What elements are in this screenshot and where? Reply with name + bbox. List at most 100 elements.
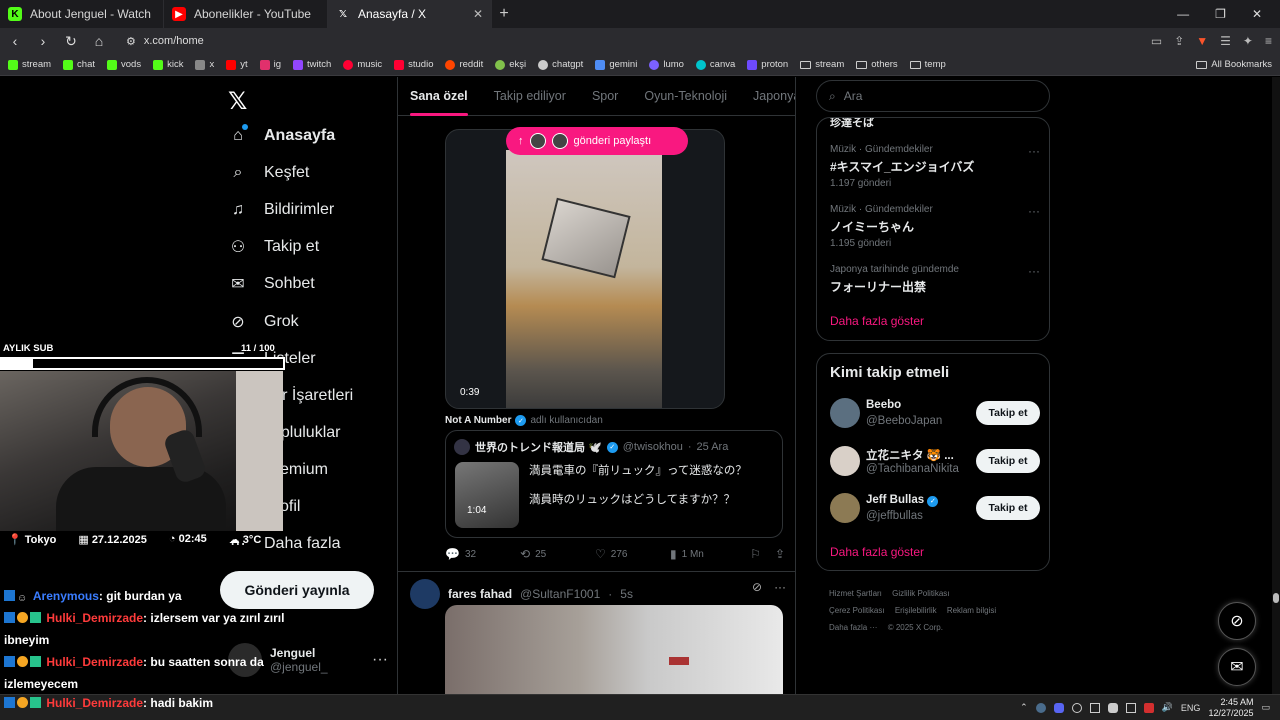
nav-chat[interactable]: ✉ Sohbet	[228, 274, 314, 294]
repost-button[interactable]: ⟲ 25	[520, 547, 595, 561]
more-options-icon[interactable]: ···	[1028, 264, 1040, 278]
search-input[interactable]: ⌕ Ara	[816, 80, 1050, 112]
browser-tab-youtube[interactable]: ▶ Abonelikler - YouTube	[164, 0, 328, 28]
tab-gaming-tech[interactable]: Oyun-Teknoloji	[644, 89, 727, 103]
footer-link[interactable]: Daha fazla ···	[829, 623, 877, 632]
trend-item[interactable]: Japonya tarihinde gündemde フォーリナー出禁 ···	[830, 264, 1040, 295]
brave-shield-icon[interactable]: ▼	[1196, 34, 1208, 48]
footer-link[interactable]: Erişilebilirlik	[895, 606, 937, 615]
follow-suggestion[interactable]: Jeff Bullas ✓ @jeffbullas Takip et	[830, 493, 1040, 527]
nav-home[interactable]: ⌂ Anasayfa	[228, 124, 335, 146]
reload-icon[interactable]: ↻	[64, 33, 78, 50]
like-button[interactable]: ♡ 276	[595, 547, 670, 561]
app-icon[interactable]	[1089, 702, 1100, 713]
messages-fab-button[interactable]: ✉	[1218, 648, 1256, 686]
tab-following[interactable]: Takip ediliyor	[494, 89, 566, 103]
new-tab-button[interactable]: +	[492, 5, 516, 23]
follow-button[interactable]: Takip et	[976, 496, 1040, 520]
share-post-icon[interactable]: ⇪	[775, 547, 785, 561]
grok-icon[interactable]: ⊘	[752, 580, 762, 594]
nav-notifications[interactable]: ♫ Bildirimler	[228, 200, 334, 220]
menu-icon[interactable]: ≡	[1265, 34, 1272, 48]
back-icon[interactable]: ‹	[8, 33, 22, 49]
bookmark[interactable]: ekşi	[495, 59, 526, 70]
bookmark[interactable]: studio	[394, 59, 433, 70]
language-indicator[interactable]: ENG	[1181, 703, 1201, 713]
footer-link[interactable]: Hizmet Şartları	[829, 589, 882, 598]
more-options-icon[interactable]: ···	[1028, 204, 1040, 218]
new-posts-pill[interactable]: ↑ gönderi paylaştı	[506, 127, 688, 155]
browser-tab-kick[interactable]: K About Jenguel - Watch Live on Kick	[0, 0, 164, 28]
bookmark[interactable]: kick	[153, 59, 183, 70]
bookmark[interactable]: music	[343, 59, 382, 70]
more-options-icon[interactable]: ···	[1028, 144, 1040, 158]
clock[interactable]: 2:45 AM 12/27/2025	[1208, 697, 1253, 719]
sidebar-icon[interactable]: ☰	[1220, 34, 1231, 48]
mic-icon[interactable]	[1107, 702, 1118, 713]
views-button[interactable]: ▮ 1 Mn	[670, 547, 745, 561]
bookmark-folder[interactable]: temp	[909, 59, 946, 70]
post-media[interactable]	[445, 605, 783, 694]
browser-tab-x[interactable]: 𝕏 Anasayfa / X ✕	[328, 0, 492, 28]
tab-for-you[interactable]: Sana özel	[410, 89, 468, 116]
footer-link[interactable]: Çerez Politikası	[829, 606, 885, 615]
forward-icon[interactable]: ›	[36, 33, 50, 49]
bookmark[interactable]: chatgpt	[538, 59, 583, 70]
discord-icon[interactable]	[1053, 702, 1064, 713]
bookmark[interactable]: canva	[695, 59, 735, 70]
reply-button[interactable]: 💬 32	[445, 547, 520, 561]
trend-name[interactable]: 珍達そば	[830, 118, 874, 130]
show-more-link[interactable]: Daha fazla göster	[830, 545, 924, 559]
show-more-link[interactable]: Daha fazla göster	[830, 314, 924, 328]
notifications-icon[interactable]: ▭	[1261, 702, 1270, 713]
grok-fab-button[interactable]: ⊘	[1218, 602, 1256, 640]
trend-item[interactable]: Müzik · Gündemdekiler #キスマイ_エンジョイバズ 1.19…	[830, 144, 1040, 189]
footer-link[interactable]: Gizlilik Politikası	[892, 589, 949, 598]
tab-sports[interactable]: Spor	[592, 89, 618, 103]
nav-grok[interactable]: ⊘ Grok	[228, 312, 298, 332]
bookmark[interactable]: ig	[259, 59, 281, 70]
bookmark[interactable]: gemini	[595, 59, 637, 70]
network-icon[interactable]	[1125, 702, 1136, 713]
close-tab-icon[interactable]: ✕	[473, 7, 483, 21]
bookmark-folder[interactable]: others	[856, 59, 898, 70]
more-options-icon[interactable]: ···	[372, 651, 388, 669]
tab-japan[interactable]: Japonya	[753, 89, 795, 103]
site-settings-icon[interactable]: ⚙	[126, 35, 136, 48]
chevron-up-icon[interactable]: ⌃	[1020, 702, 1028, 713]
bookmark-folder[interactable]: stream	[800, 59, 844, 70]
footer-link[interactable]: Reklam bilgisi	[947, 606, 996, 615]
all-bookmarks[interactable]: All Bookmarks	[1196, 59, 1272, 70]
steam-icon[interactable]	[1035, 702, 1046, 713]
volume-icon[interactable]: 🔊	[1162, 702, 1173, 713]
x-logo-icon[interactable]: 𝕏	[228, 87, 247, 116]
app-icon[interactable]	[1071, 702, 1082, 713]
bookmark[interactable]: lumo	[649, 59, 684, 70]
more-options-icon[interactable]: ···	[774, 580, 786, 594]
nav-follow[interactable]: ⚇ Takip et	[228, 237, 319, 257]
post-video[interactable]: 0:39	[445, 129, 725, 409]
bookmark-post-icon[interactable]: ⚐	[750, 547, 761, 561]
extensions-icon[interactable]: ✦	[1243, 34, 1253, 48]
restore-icon[interactable]: ❐	[1215, 7, 1226, 21]
close-window-icon[interactable]: ✕	[1252, 7, 1262, 21]
scrollbar-thumb[interactable]	[1273, 593, 1279, 603]
follow-button[interactable]: Takip et	[976, 401, 1040, 425]
nav-explore[interactable]: ⌕ Keşfet	[228, 163, 310, 183]
follow-button[interactable]: Takip et	[976, 449, 1040, 473]
cast-icon[interactable]: ▭	[1151, 34, 1162, 48]
bookmark[interactable]: yt	[226, 59, 248, 70]
follow-suggestion[interactable]: 立花ニキタ 🐯 ... @TachibanaNikita Takip et	[830, 446, 1040, 480]
bookmark[interactable]: vods	[107, 59, 141, 70]
bookmark[interactable]: reddit	[445, 59, 483, 70]
bookmark[interactable]: twitch	[293, 59, 331, 70]
recording-icon[interactable]	[1143, 702, 1154, 713]
home-button-icon[interactable]: ⌂	[92, 33, 106, 49]
share-icon[interactable]: ⇪	[1174, 34, 1184, 48]
quoted-post[interactable]: 世界のトレンド報道局 🕊️ ✓ @twisokhou · 25 Ara 1:04…	[445, 430, 783, 538]
follow-suggestion[interactable]: Beebo @BeeboJapan Takip et	[830, 398, 1040, 432]
trend-item[interactable]: Müzik · Gündemdekiler ノイミーちゃん 1.195 gönd…	[830, 204, 1040, 249]
bookmark[interactable]: proton	[747, 59, 788, 70]
bookmark[interactable]: chat	[63, 59, 95, 70]
post-author[interactable]: fares fahad	[448, 587, 512, 601]
